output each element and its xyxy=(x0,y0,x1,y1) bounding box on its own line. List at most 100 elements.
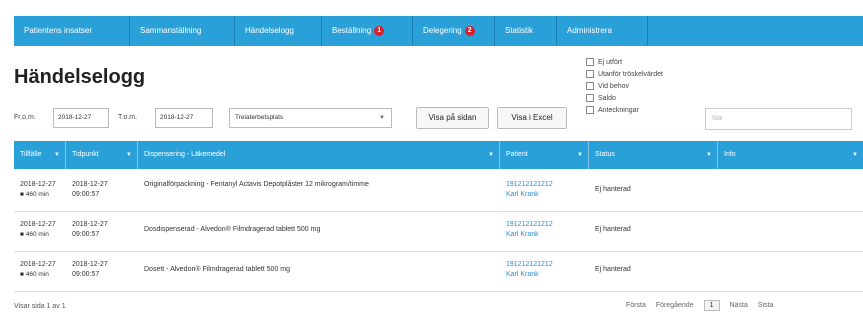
checkbox-anteckningar[interactable]: Anteckningar xyxy=(586,104,663,116)
column-label: Info xyxy=(724,151,736,158)
filter-checkboxes: Ej utfört Utanför tröskelvärdet Vid beho… xyxy=(586,56,663,116)
tab-label: Statistik xyxy=(505,26,534,35)
column-header-tidpunkt[interactable]: Tidpunkt ▼ xyxy=(66,141,138,169)
location-select-value: Trelaterbetsplats xyxy=(235,114,284,121)
checkbox-label: Saldo xyxy=(598,94,616,102)
chevron-down-icon: ▼ xyxy=(126,152,132,158)
tab-sammanstallning[interactable]: Sammanställning xyxy=(130,16,235,46)
checkbox-label: Anteckningar xyxy=(598,106,639,114)
cell-tillfalle: 2018-12-27 ■ 460 min xyxy=(14,212,66,251)
table-header: Tillfälle ▼ Tidpunkt ▼ Dispensering - Läke… xyxy=(14,141,863,169)
search-input[interactable]: Sök xyxy=(705,108,852,130)
page-info: Visar sida 1 av 1 xyxy=(14,303,66,310)
show-in-excel-button[interactable]: Visa i Excel xyxy=(497,107,567,129)
tab-label: Händelselogg xyxy=(245,26,294,35)
cell-tidpunkt: 2018-12-27 09:00:57 xyxy=(66,172,138,211)
notification-badge: 1 xyxy=(374,26,385,36)
tab-label: Patientens insatser xyxy=(24,26,93,35)
cell-info xyxy=(718,172,863,211)
tab-bestallning[interactable]: Beställning 1 xyxy=(322,16,413,46)
chevron-down-icon: ▼ xyxy=(488,152,494,158)
to-date-field[interactable]: 2018-12-27 xyxy=(155,108,213,128)
column-label: Tillfälle xyxy=(20,151,42,158)
from-date-label: Fr.o.m. xyxy=(14,114,36,121)
checkbox-utanfor-troskelvardet[interactable]: Utanför tröskelvärdet xyxy=(586,68,663,80)
column-header-tillfalle[interactable]: Tillfälle ▼ xyxy=(14,141,66,169)
column-label: Tidpunkt xyxy=(72,151,99,158)
date: 2018-12-27 xyxy=(20,181,56,188)
cell-dispensering: Dosett - Alvedon® Filmdragerad tablett 5… xyxy=(144,266,291,273)
current-page-button[interactable]: 1 xyxy=(703,300,720,311)
column-header-status[interactable]: Status ▼ xyxy=(589,141,718,169)
tab-handelselogg[interactable]: Händelselogg xyxy=(235,16,322,46)
date: 2018-12-27 xyxy=(72,221,108,228)
patient-name-link[interactable]: Karl Krank xyxy=(506,190,589,200)
column-label: Dispensering - Läkemedel xyxy=(144,151,226,158)
column-label: Status xyxy=(595,151,615,158)
time: 09:00:57 xyxy=(72,231,100,238)
duration-value: 460 min xyxy=(25,191,49,198)
date: 2018-12-27 xyxy=(20,261,56,268)
next-page-link[interactable]: Nästa xyxy=(730,302,748,309)
notification-badge: 2 xyxy=(464,26,475,36)
first-page-link[interactable]: Första xyxy=(626,302,646,309)
duration: ■ 460 min xyxy=(20,231,49,238)
column-label: Patient xyxy=(506,151,528,158)
patient-id-link[interactable]: 191212121212 xyxy=(506,260,589,270)
duration: ■ 460 min xyxy=(20,271,49,278)
tab-label: Administrera xyxy=(567,26,612,35)
checkbox[interactable] xyxy=(586,106,594,114)
cell-dispensering: Dosdispenserad - Alvedon® Filmdragerad t… xyxy=(144,226,321,233)
checkbox[interactable] xyxy=(586,58,594,66)
date: 2018-12-27 xyxy=(20,221,56,228)
cell-status: Ej hanterad xyxy=(595,266,631,273)
tab-label: Delegering xyxy=(423,26,462,35)
checkbox[interactable] xyxy=(586,82,594,90)
column-header-patient[interactable]: Patient ▼ xyxy=(500,141,589,169)
column-header-info[interactable]: Info ▼ xyxy=(718,141,863,169)
checkbox-label: Vid behov xyxy=(598,82,630,90)
cell-patient: 191212121212 Karl Krank xyxy=(500,252,589,291)
table-row[interactable]: 2018-12-27 ■ 460 min 2018-12-27 09:00:57 D… xyxy=(14,212,863,252)
cell-status: Ej hanterad xyxy=(595,226,631,233)
time: 09:00:57 xyxy=(72,191,100,198)
duration-value: 460 min xyxy=(25,271,49,278)
checkbox-label: Ej utfört xyxy=(598,58,623,66)
show-on-page-button[interactable]: Visa på sidan xyxy=(416,107,489,129)
checkbox-saldo[interactable]: Saldo xyxy=(586,92,663,104)
checkbox[interactable] xyxy=(586,70,594,78)
patient-id-link[interactable]: 191212121212 xyxy=(506,180,589,190)
tab-patientens-insatser[interactable]: Patientens insatser xyxy=(14,16,130,46)
checkbox-vid-behov[interactable]: Vid behov xyxy=(586,80,663,92)
cell-info xyxy=(718,212,863,251)
chevron-down-icon: ▼ xyxy=(706,152,712,158)
pagination: Första Föregående 1 Nästa Sista xyxy=(626,300,773,311)
checkbox-label: Utanför tröskelvärdet xyxy=(598,70,663,78)
date: 2018-12-27 xyxy=(72,181,108,188)
table-row[interactable]: 2018-12-27 ■ 460 min 2018-12-27 09:00:57 D… xyxy=(14,252,863,292)
from-date-field[interactable]: 2018-12-27 xyxy=(53,108,109,128)
time: 09:00:57 xyxy=(72,271,100,278)
column-header-dispensering[interactable]: Dispensering - Läkemedel ▼ xyxy=(138,141,500,169)
previous-page-link[interactable]: Föregående xyxy=(656,302,694,309)
checkbox-ej-utfort[interactable]: Ej utfört xyxy=(586,56,663,68)
tab-delegering[interactable]: Delegering 2 xyxy=(413,16,495,46)
last-page-link[interactable]: Sista xyxy=(758,302,774,309)
cell-status: Ej hanterad xyxy=(595,186,631,193)
cell-patient: 191212121212 Karl Krank xyxy=(500,172,589,211)
tab-label: Sammanställning xyxy=(140,26,202,35)
patient-id-link[interactable]: 191212121212 xyxy=(506,220,589,230)
cell-patient: 191212121212 Karl Krank xyxy=(500,212,589,251)
duration-value: 460 min xyxy=(25,231,49,238)
chevron-down-icon: ▼ xyxy=(54,152,60,158)
patient-name-link[interactable]: Karl Krank xyxy=(506,230,589,240)
table-row[interactable]: 2018-12-27 ■ 460 min 2018-12-27 09:00:57 O… xyxy=(14,172,863,212)
location-select[interactable]: Trelaterbetsplats ▼ xyxy=(229,108,392,128)
cell-dispensering: Originalförpackning - Fentanyl Actavis D… xyxy=(144,181,369,188)
chevron-down-icon: ▼ xyxy=(852,152,858,158)
tab-statistik[interactable]: Statistik xyxy=(495,16,557,46)
tab-administrera[interactable]: Administrera xyxy=(557,16,648,46)
checkbox[interactable] xyxy=(586,94,594,102)
cell-tillfalle: 2018-12-27 ■ 460 min xyxy=(14,172,66,211)
patient-name-link[interactable]: Karl Krank xyxy=(506,270,589,280)
